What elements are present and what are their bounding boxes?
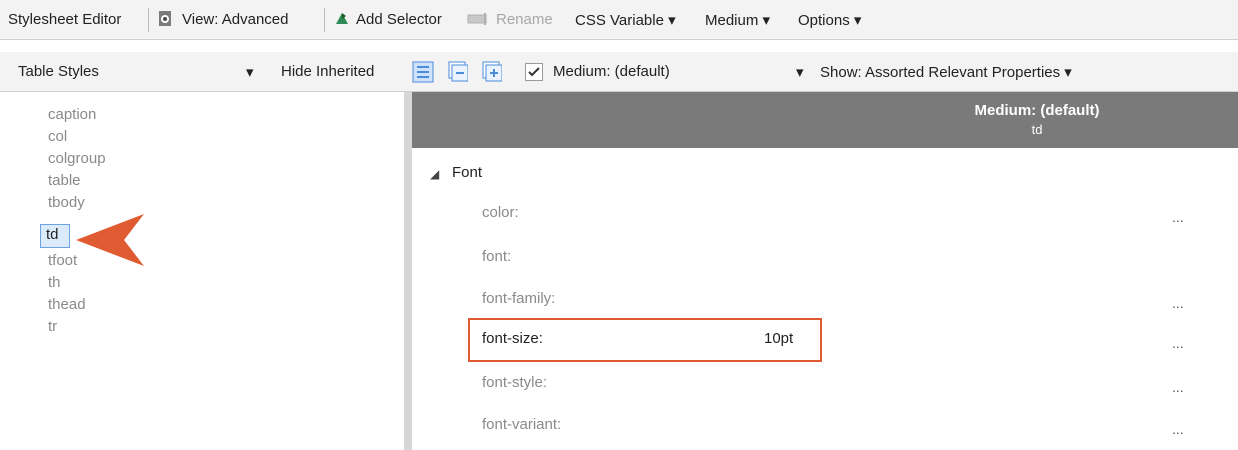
add-selector-icon[interactable] — [332, 9, 352, 34]
chevron-down-icon: ▾ — [668, 12, 676, 29]
property-font-size: font-size: — [482, 330, 543, 347]
chevron-down-icon[interactable]: ▾ — [246, 63, 254, 81]
add-selector-button[interactable]: Add Selector — [356, 11, 442, 28]
property-color-more[interactable]: ... — [1172, 209, 1184, 225]
tree-item-caption[interactable]: caption — [48, 106, 96, 123]
property-font-variant: font-variant: — [482, 416, 562, 433]
show-properties-dropdown[interactable]: Show: Assorted Relevant Properties ▾ — [820, 63, 1072, 81]
property-font-size-value[interactable]: 10pt — [764, 330, 793, 347]
toolbar-title: Stylesheet Editor — [8, 11, 122, 28]
tree-item-thead[interactable]: thead — [48, 296, 86, 313]
selector-tree: caption col colgroup table tbody td tfoo… — [0, 92, 404, 450]
chevron-down-icon: ▾ — [853, 12, 862, 29]
expand-icon[interactable] — [480, 61, 503, 88]
property-color: color: — [482, 204, 519, 221]
list-view-icon[interactable] — [412, 61, 434, 88]
tree-item-colgroup[interactable]: colgroup — [48, 150, 106, 167]
medium-label: Medium — [705, 12, 759, 29]
property-font-style-more[interactable]: ... — [1172, 379, 1184, 395]
secondary-toolbar: Table Styles ▾ Hide Inherited Medium: (d… — [0, 52, 1238, 92]
property-font: font: — [482, 248, 512, 265]
property-font-family: font-family: — [482, 290, 556, 307]
property-font-size-more[interactable]: ... — [1172, 335, 1184, 351]
css-variable-label: CSS Variable — [575, 12, 664, 29]
tree-item-table[interactable]: table — [48, 172, 81, 189]
property-font-family-more[interactable]: ... — [1172, 295, 1184, 311]
properties-panel: Medium: (default) td ◢ Font color: ... f… — [412, 92, 1238, 450]
main-toolbar: Stylesheet Editor View: Advanced Add Sel… — [0, 0, 1238, 40]
chevron-down-icon: ▾ — [762, 12, 771, 29]
panel-splitter[interactable] — [404, 92, 412, 450]
rename-icon[interactable] — [466, 9, 490, 34]
collapse-triangle-icon[interactable]: ◢ — [430, 167, 439, 181]
tree-item-td[interactable]: td — [46, 226, 59, 243]
header-title: Medium: (default) — [974, 102, 1100, 119]
pointer-arrow-icon — [74, 208, 148, 277]
view-dropdown[interactable]: View: Advanced — [182, 11, 288, 28]
options-label: Options — [798, 12, 850, 29]
tree-item-col[interactable]: col — [48, 128, 67, 145]
options-menu[interactable]: Options ▾ — [798, 11, 861, 29]
css-variable-menu[interactable]: CSS Variable ▾ — [575, 11, 676, 29]
rename-button[interactable]: Rename — [496, 11, 553, 28]
show-properties-label: Show: Assorted Relevant Properties — [820, 64, 1061, 81]
header-subtitle: td — [1031, 122, 1043, 137]
hide-inherited-button[interactable]: Hide Inherited — [281, 63, 374, 80]
properties-header: Medium: (default) td — [412, 92, 1238, 148]
tree-item-tr[interactable]: tr — [48, 318, 57, 335]
medium-menu[interactable]: Medium ▾ — [705, 11, 770, 29]
medium-checkbox-label[interactable]: Medium: (default) — [553, 63, 670, 80]
view-icon[interactable] — [156, 9, 176, 34]
property-group-font: Font — [452, 164, 483, 181]
property-font-variant-more[interactable]: ... — [1172, 421, 1184, 437]
chevron-down-icon: ▾ — [1064, 64, 1072, 81]
tree-item-tfoot[interactable]: tfoot — [48, 252, 77, 269]
property-font-style: font-style: — [482, 374, 548, 391]
tree-item-th[interactable]: th — [48, 274, 61, 291]
medium-checkbox[interactable] — [525, 63, 543, 81]
toolbar-separator — [324, 8, 325, 32]
chevron-down-icon[interactable]: ▾ — [796, 63, 804, 81]
collapse-icon[interactable] — [446, 61, 469, 88]
table-styles-dropdown[interactable]: Table Styles — [18, 63, 99, 80]
toolbar-separator — [148, 8, 149, 32]
